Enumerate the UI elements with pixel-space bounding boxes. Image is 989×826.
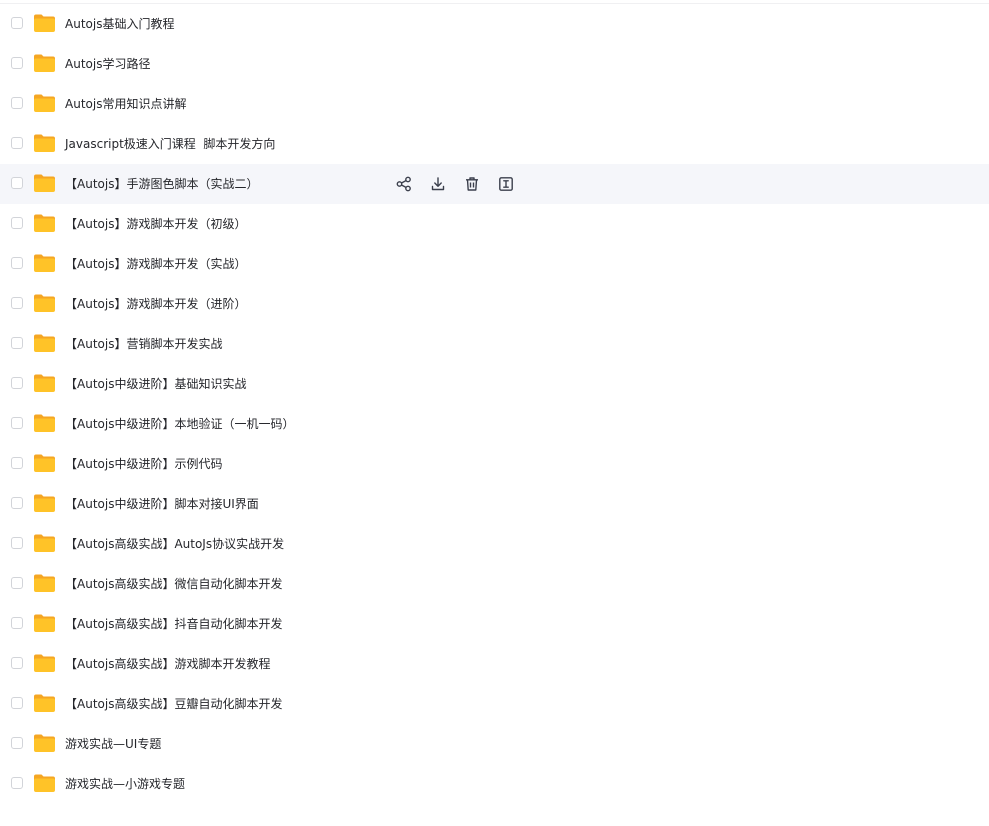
folder-name[interactable]: 【Autojs高级实战】微信自动化脚本开发	[65, 564, 282, 604]
folder-name[interactable]: 游戏实战—UI专题	[65, 724, 161, 764]
folder-icon	[33, 653, 56, 673]
folder-icon	[33, 13, 56, 33]
folder-icon	[33, 93, 56, 113]
folder-name[interactable]: 【Autojs高级实战】豆瓣自动化脚本开发	[65, 684, 282, 724]
folder-row[interactable]: 【Autojs中级进阶】脚本对接UI界面	[0, 484, 989, 524]
folder-icon	[33, 413, 56, 433]
folder-icon	[33, 453, 56, 473]
folder-name[interactable]: 【Autojs中级进阶】示例代码	[65, 444, 222, 484]
row-actions	[396, 176, 532, 192]
folder-row[interactable]: 【Autojs】游戏脚本开发（实战）	[0, 244, 989, 284]
folder-icon	[33, 613, 56, 633]
row-checkbox[interactable]	[11, 457, 23, 469]
row-checkbox[interactable]	[11, 417, 23, 429]
row-checkbox[interactable]	[11, 57, 23, 69]
folder-icon	[33, 693, 56, 713]
row-checkbox[interactable]	[11, 577, 23, 589]
folder-icon	[33, 173, 56, 193]
share-button[interactable]	[396, 176, 412, 192]
folder-name[interactable]: 【Autojs中级进阶】本地验证（一机一码）	[65, 404, 294, 444]
folder-row[interactable]: 【Autojs中级进阶】本地验证（一机一码）	[0, 404, 989, 444]
folder-row[interactable]: 【Autojs高级实战】抖音自动化脚本开发	[0, 604, 989, 644]
folder-row[interactable]: 【Autojs】营销脚本开发实战	[0, 324, 989, 364]
row-checkbox[interactable]	[11, 297, 23, 309]
folder-icon	[33, 213, 56, 233]
folder-row[interactable]: Javascript极速入门课程 脚本开发方向	[0, 124, 989, 164]
folder-row[interactable]: 游戏实战—UI专题	[0, 724, 989, 764]
folder-name[interactable]: Autojs学习路径	[65, 44, 150, 84]
row-checkbox[interactable]	[11, 657, 23, 669]
row-checkbox[interactable]	[11, 777, 23, 789]
folder-icon	[33, 293, 56, 313]
row-checkbox[interactable]	[11, 337, 23, 349]
folder-name[interactable]: 【Autojs高级实战】抖音自动化脚本开发	[65, 604, 282, 644]
folder-row[interactable]: 【Autojs中级进阶】基础知识实战	[0, 364, 989, 404]
folder-row[interactable]: 【Autojs】游戏脚本开发（进阶）	[0, 284, 989, 324]
row-checkbox[interactable]	[11, 537, 23, 549]
row-checkbox[interactable]	[11, 97, 23, 109]
download-icon	[430, 176, 446, 192]
folder-row[interactable]: Autojs常用知识点讲解	[0, 84, 989, 124]
folder-name[interactable]: 游戏实战—小游戏专题	[65, 764, 185, 804]
rename-icon	[498, 176, 514, 192]
folder-icon	[33, 373, 56, 393]
folder-icon	[33, 133, 56, 153]
row-checkbox[interactable]	[11, 17, 23, 29]
download-button[interactable]	[430, 176, 446, 192]
folder-row[interactable]: 【Autojs高级实战】微信自动化脚本开发	[0, 564, 989, 604]
folder-row[interactable]: 【Autojs中级进阶】示例代码	[0, 444, 989, 484]
folder-name[interactable]: Autojs常用知识点讲解	[65, 84, 186, 124]
folder-name[interactable]: 【Autojs】游戏脚本开发（实战）	[65, 244, 246, 284]
folder-name[interactable]: 【Autojs高级实战】游戏脚本开发教程	[65, 644, 270, 684]
folder-row[interactable]: 【Autojs】游戏脚本开发（初级）	[0, 204, 989, 244]
share-icon	[396, 176, 412, 192]
folder-name[interactable]: Javascript极速入门课程 脚本开发方向	[65, 124, 275, 164]
folder-row[interactable]: Autojs学习路径	[0, 44, 989, 84]
row-checkbox[interactable]	[11, 497, 23, 509]
folder-row[interactable]: 【Autojs高级实战】游戏脚本开发教程	[0, 644, 989, 684]
row-checkbox[interactable]	[11, 377, 23, 389]
row-checkbox[interactable]	[11, 217, 23, 229]
folder-name[interactable]: 【Autojs】手游图色脚本（实战二）	[65, 164, 258, 204]
folder-name[interactable]: 【Autojs高级实战】AutoJs协议实战开发	[65, 524, 284, 564]
row-checkbox[interactable]	[11, 737, 23, 749]
folder-icon	[33, 573, 56, 593]
folder-name[interactable]: 【Autojs中级进阶】脚本对接UI界面	[65, 484, 259, 524]
folder-name[interactable]: 【Autojs】营销脚本开发实战	[65, 324, 222, 364]
folder-row[interactable]: Autojs基础入门教程	[0, 4, 989, 44]
row-checkbox[interactable]	[11, 137, 23, 149]
folder-icon	[33, 53, 56, 73]
folder-icon	[33, 533, 56, 553]
row-checkbox[interactable]	[11, 697, 23, 709]
folder-name[interactable]: 【Autojs】游戏脚本开发（进阶）	[65, 284, 246, 324]
folder-icon	[33, 493, 56, 513]
folder-name[interactable]: Autojs基础入门教程	[65, 4, 174, 44]
trash-icon	[464, 176, 480, 192]
row-checkbox[interactable]	[11, 617, 23, 629]
row-checkbox[interactable]	[11, 257, 23, 269]
folder-row[interactable]: 游戏实战—小游戏专题	[0, 764, 989, 804]
folder-row[interactable]: 【Autojs高级实战】AutoJs协议实战开发	[0, 524, 989, 564]
folder-name[interactable]: 【Autojs】游戏脚本开发（初级）	[65, 204, 246, 244]
folder-icon	[33, 733, 56, 753]
row-checkbox[interactable]	[11, 177, 23, 189]
folder-row[interactable]: 【Autojs】手游图色脚本（实战二）	[0, 164, 989, 204]
folder-icon	[33, 773, 56, 793]
folder-icon	[33, 253, 56, 273]
rename-button[interactable]	[498, 176, 514, 192]
delete-button[interactable]	[464, 176, 480, 192]
file-list: Autojs基础入门教程 Autojs学习路径 Autojs常用知识点讲解 Javas…	[0, 4, 989, 804]
folder-name[interactable]: 【Autojs中级进阶】基础知识实战	[65, 364, 246, 404]
folder-icon	[33, 333, 56, 353]
folder-row[interactable]: 【Autojs高级实战】豆瓣自动化脚本开发	[0, 684, 989, 724]
